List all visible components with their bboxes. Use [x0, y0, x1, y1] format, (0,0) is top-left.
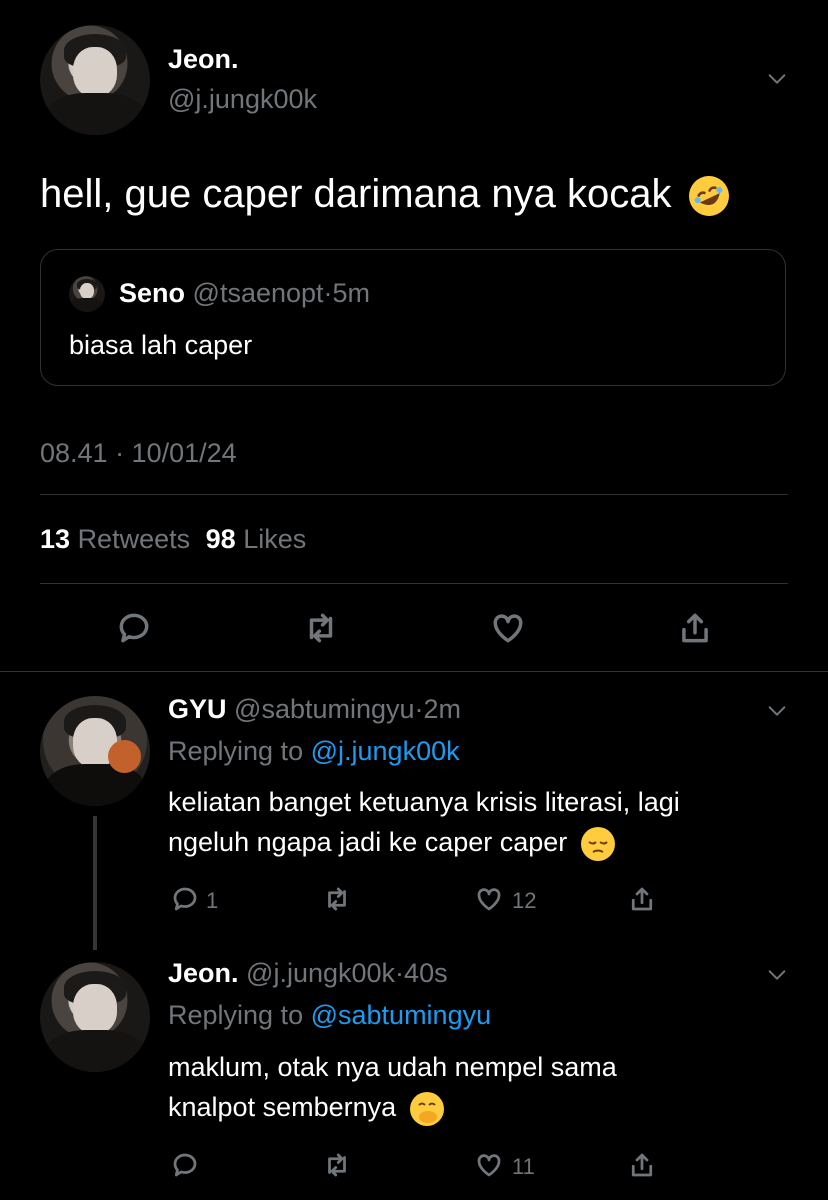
replying-to: Replying to @sabtumingyu — [168, 1000, 491, 1031]
reply-count: 1 — [206, 888, 219, 913]
tweet-stats: 13 Retweets 98 Likes — [40, 524, 306, 555]
avatar[interactable] — [40, 962, 150, 1072]
separator-dot: · — [395, 958, 405, 988]
quoted-name: Seno — [119, 278, 186, 308]
reply-time: 2m — [423, 694, 462, 724]
retweet-icon[interactable] — [322, 884, 352, 914]
rolling-on-floor-laughing-icon — [682, 169, 736, 224]
like-count: 12 — [512, 888, 537, 913]
tweet-text-content: hell, gue caper darimana nya kocak — [40, 172, 672, 216]
like-count[interactable]: 98 — [206, 524, 236, 554]
share-icon[interactable] — [627, 1150, 657, 1180]
retweets-label[interactable]: Retweets — [78, 524, 191, 554]
replying-to-link[interactable]: @sabtumingyu — [311, 1000, 492, 1030]
quoted-avatar — [69, 276, 105, 312]
replying-to-label: Replying to — [168, 1000, 304, 1030]
reply-icon[interactable] — [115, 609, 153, 647]
like-icon[interactable] — [474, 1150, 504, 1180]
like-icon[interactable] — [474, 884, 504, 914]
reply-text-content: ngeluh ngapa jadi ke caper caper — [168, 827, 568, 858]
reply-author-handle[interactable]: @sabtumingyu — [234, 694, 415, 724]
separator-dot: · — [323, 278, 333, 308]
tweet-text: hell, gue caper darimana nya kocak — [40, 169, 736, 224]
reply-text-line: ngeluh ngapa jadi ke caper caper — [168, 827, 615, 861]
quoted-text: biasa lah caper — [69, 330, 253, 360]
quoted-header: Seno @tsaenopt·5m — [119, 278, 370, 309]
replying-to-label: Replying to — [168, 736, 304, 766]
share-icon[interactable] — [627, 884, 657, 914]
retweet-count[interactable]: 13 — [40, 524, 70, 554]
divider — [40, 583, 788, 584]
thread-line — [93, 816, 97, 950]
like-icon[interactable] — [489, 609, 527, 647]
chevron-down-icon[interactable] — [766, 68, 788, 90]
separator-dot: · — [414, 694, 424, 724]
reply-header: Jeon. @j.jungk00k·40s — [168, 958, 448, 989]
display-name[interactable]: Jeon. — [168, 44, 239, 75]
reply-text-content: knalpot sembernya — [168, 1092, 397, 1123]
chevron-down-icon[interactable] — [766, 964, 788, 986]
reply-author-handle[interactable]: @j.jungk00k — [246, 958, 395, 988]
quoted-tweet[interactable]: Seno @tsaenopt·5m biasa lah caper — [40, 249, 786, 386]
handle[interactable]: @j.jungk00k — [168, 84, 317, 115]
reply-text-line: knalpot sembernya — [168, 1092, 444, 1126]
reply-author-name[interactable]: Jeon. — [168, 958, 239, 988]
reply-icon[interactable] — [170, 884, 200, 914]
quoted-handle: @tsaenopt — [192, 278, 324, 308]
avatar[interactable] — [40, 25, 150, 135]
reply-icon[interactable] — [170, 1150, 200, 1180]
replying-to-link[interactable]: @j.jungk00k — [311, 736, 460, 766]
avatar[interactable] — [40, 696, 150, 806]
retweet-icon[interactable] — [322, 1150, 352, 1180]
reply-text-line: keliatan banget ketuanya krisis literasi… — [168, 787, 680, 817]
reply-author-name[interactable]: GYU — [168, 694, 227, 724]
reply-header: GYU @sabtumingyu·2m — [168, 694, 461, 725]
likes-label[interactable]: Likes — [243, 524, 306, 554]
pensive-face-icon — [580, 827, 615, 861]
face-with-hand-over-mouth-icon — [409, 1092, 444, 1126]
reply-text-line: maklum, otak nya udah nempel sama — [168, 1052, 617, 1082]
divider — [40, 494, 788, 495]
chevron-down-icon[interactable] — [766, 700, 788, 722]
replying-to: Replying to @j.jungk00k — [168, 736, 460, 767]
tweet-timestamp[interactable]: 08.41 · 10/01/24 — [40, 438, 237, 469]
share-icon[interactable] — [676, 609, 714, 647]
quoted-time: 5m — [332, 278, 371, 308]
retweet-icon[interactable] — [302, 609, 340, 647]
divider — [0, 671, 828, 672]
like-count: 11 — [512, 1154, 535, 1179]
reply-time: 40s — [404, 958, 448, 988]
